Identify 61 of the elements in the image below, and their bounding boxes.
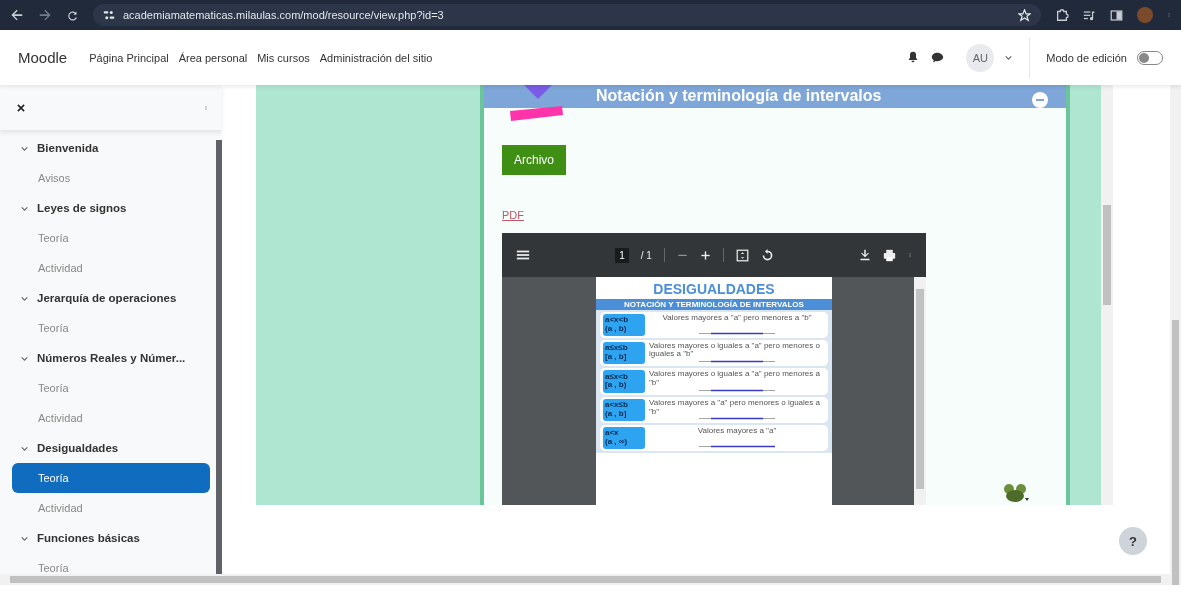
page-count: / 1 <box>640 249 652 261</box>
site-brand[interactable]: Moodle <box>18 49 68 66</box>
nav-link[interactable]: Mis cursos <box>257 51 310 64</box>
course-section[interactable]: Desigualdades <box>12 433 216 463</box>
interval-badge: a<x≤b (a , b] <box>603 398 645 422</box>
interval-badge: a≤x≤b [a , b] <box>603 341 645 365</box>
bell-icon[interactable] <box>907 51 920 63</box>
course-activity[interactable]: Actividad <box>12 403 210 433</box>
nav-link[interactable]: Área personal <box>178 51 248 64</box>
star-icon[interactable] <box>1018 8 1031 22</box>
interval-description: Valores mayores o iguales a "a" pero menores a "b" <box>649 370 821 388</box>
course-activity[interactable]: Teoría <box>12 313 210 343</box>
course-activity[interactable]: Teoría <box>12 553 210 574</box>
page-number-field[interactable]: 1 <box>615 247 629 263</box>
interval-description: Valores mayores a "a" <box>697 427 777 437</box>
close-icon[interactable] <box>16 102 26 113</box>
course-activity[interactable]: Teoría <box>12 223 210 253</box>
interval-badge: a<x (a , ∞) <box>603 427 645 449</box>
collapse-icon[interactable] <box>1032 92 1048 108</box>
interval-badge: a<x<b (a , b) <box>603 314 645 336</box>
zoom-in-icon[interactable] <box>699 249 711 261</box>
fit-page-icon[interactable] <box>735 248 749 262</box>
course-section[interactable]: Jerarquía de operaciones <box>12 283 216 313</box>
course-activity[interactable]: Teoría <box>12 463 210 493</box>
course-activity[interactable]: Teoría <box>12 373 210 403</box>
course-activity[interactable]: Actividad <box>12 253 210 283</box>
banner-title: Notación y terminología de intervalos <box>596 86 883 106</box>
caret-icon[interactable] <box>1004 53 1014 62</box>
document-subtitle: NOTACIÓN Y TERMINOLOGÍA DE INTERVALOS <box>596 299 832 310</box>
course-section[interactable]: Bienvenida <box>12 133 216 163</box>
download-icon[interactable] <box>859 249 871 261</box>
course-section[interactable]: Números Reales y Númer... <box>12 343 216 373</box>
side-panel-icon[interactable] <box>1110 8 1123 22</box>
back-icon[interactable] <box>10 8 24 22</box>
interval-description: Valores mayores a "a" pero menores o iguales a "b" <box>649 398 821 417</box>
course-activity[interactable]: Actividad <box>12 493 210 523</box>
print-icon[interactable] <box>883 248 896 262</box>
interval-description: Valores mayores a "a" pero menores a "b" <box>662 314 812 323</box>
interval-badge: a≤x<b [a , b) <box>603 370 645 393</box>
nav-link[interactable]: Página Principal <box>89 51 169 64</box>
forward-icon[interactable] <box>38 8 52 22</box>
menu-icon[interactable] <box>516 248 530 262</box>
pdf-link[interactable]: PDF <box>502 209 524 221</box>
help-button[interactable]: ? <box>1119 527 1147 555</box>
document-title: DESIGUALDADES <box>653 281 775 297</box>
chat-icon[interactable] <box>931 51 945 64</box>
course-section[interactable]: Leyes de signos <box>12 193 216 223</box>
site-info-icon[interactable] <box>103 9 115 21</box>
course-activity[interactable]: Avisos <box>12 163 210 193</box>
url-text: academiamatematicas.milaulas.com/mod/resource/view.php?id=3 <box>123 9 445 21</box>
file-button[interactable]: Archivo <box>502 145 566 175</box>
puzzle-icon[interactable] <box>1055 8 1069 22</box>
interval-description: Valores mayores o iguales a "a" pero menores o iguales a "b" <box>649 341 821 360</box>
media-icon[interactable] <box>1083 8 1096 22</box>
reload-icon[interactable] <box>66 8 79 22</box>
nav-link[interactable]: Administración del sitio <box>319 51 433 64</box>
edit-mode-label: Modo de edición <box>1046 51 1127 64</box>
course-section[interactable]: Funciones básicas <box>12 523 216 553</box>
address-bar[interactable]: academiamatematicas.milaulas.com/mod/resource/view.php?id=3 <box>93 4 1041 26</box>
rotate-icon[interactable] <box>760 248 774 262</box>
user-avatar[interactable]: AU <box>966 43 995 72</box>
